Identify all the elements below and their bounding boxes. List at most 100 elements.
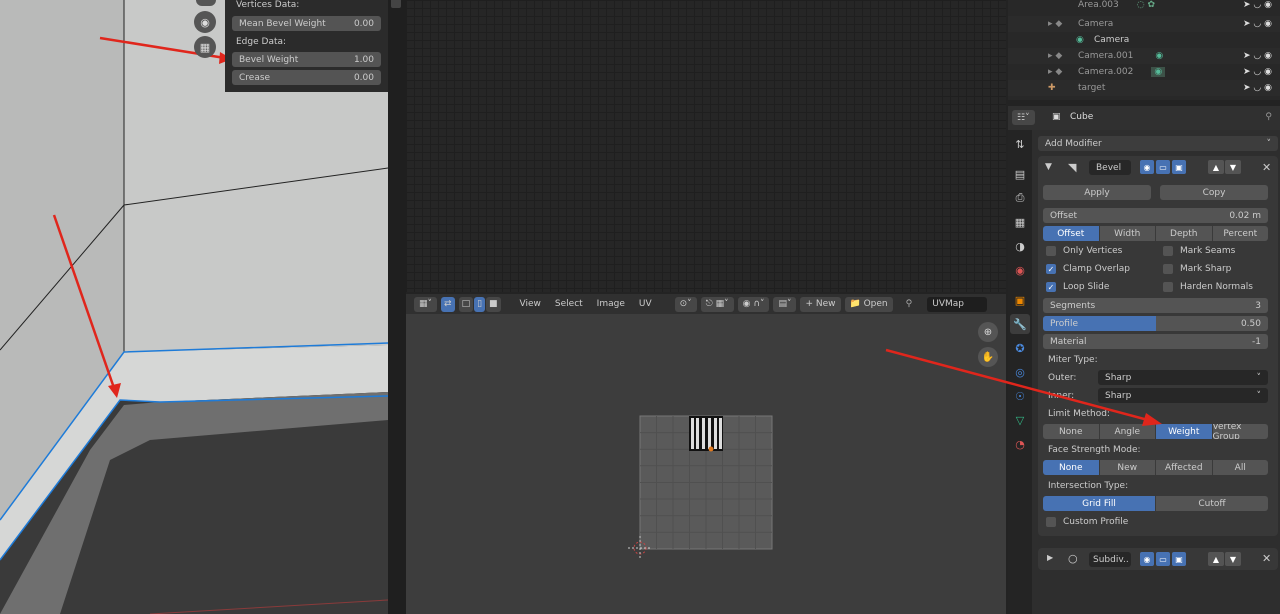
outliner-row[interactable]: ◉ Camera — [1008, 32, 1280, 48]
expand-icon[interactable]: ▶ — [1047, 553, 1053, 562]
width-type-offset[interactable]: Offset — [1043, 226, 1100, 241]
pin-icon[interactable]: ⚲ — [901, 299, 918, 309]
move-up-icon[interactable]: ▲ — [1208, 552, 1224, 566]
viewport-scene — [0, 0, 388, 614]
mark-sharp-checkbox[interactable]: Mark Sharp — [1163, 264, 1231, 274]
move-up-icon[interactable]: ▲ — [1208, 160, 1224, 174]
editor-type-icon[interactable]: ▦˅ — [414, 296, 438, 312]
width-type-width[interactable]: Width — [1099, 226, 1156, 241]
close-icon[interactable]: ✕ — [1262, 161, 1271, 174]
modifier-tab-icon[interactable]: 🔧 — [1010, 314, 1030, 334]
modifier-visibility-toggles: ◉ ▭ ▣ — [1140, 160, 1186, 174]
intersection-grid-fill[interactable]: Grid Fill — [1043, 496, 1156, 511]
properties-header: ☷˅ ▣ Cube ⚲ — [1008, 106, 1280, 130]
proportional-edit-icon[interactable]: ◉ ∩˅ — [737, 296, 770, 312]
move-down-icon[interactable]: ▼ — [1225, 552, 1241, 566]
3d-viewport[interactable]: ◉ ▦ Vertices Data: Mean Bevel Weight 0.0… — [0, 0, 388, 614]
upper-editor-area[interactable] — [406, 0, 1006, 292]
outliner-row[interactable]: ▸ ◆ Camera.002 ◉ ➤ ◡ ◉ — [1008, 64, 1280, 80]
mark-seams-checkbox[interactable]: Mark Seams — [1163, 246, 1235, 256]
only-vertices-checkbox[interactable]: Only Vertices — [1046, 246, 1122, 256]
face-select-icon[interactable]: ■ — [486, 296, 501, 312]
viewport-display-icon[interactable]: ▭ — [1156, 160, 1170, 174]
menu-select[interactable]: Select — [550, 299, 588, 309]
loop-slide-checkbox[interactable]: ✓ Loop Slide — [1046, 282, 1109, 292]
pin-icon[interactable]: ⚲ — [1265, 112, 1272, 122]
close-icon[interactable]: ✕ — [1262, 552, 1271, 565]
menu-view[interactable]: View — [515, 299, 546, 309]
segments-field[interactable]: Segments 3 — [1043, 298, 1268, 313]
render-tab-icon[interactable]: ▤ — [1010, 164, 1030, 184]
crease-field[interactable]: Crease 0.00 — [232, 70, 381, 85]
face-strength-affected[interactable]: Affected — [1156, 460, 1213, 475]
visibility-icons[interactable]: ➤ ◡ ◉ — [1243, 19, 1272, 29]
check-icon: ✓ — [1046, 264, 1056, 274]
face-strength-new[interactable]: New — [1099, 460, 1156, 475]
object-tab-icon[interactable]: ▣ — [1010, 290, 1030, 310]
edge-select-icon[interactable]: ▯ — [474, 296, 486, 312]
camera-object-icon: ▸ ◆ — [1048, 67, 1063, 77]
vertex-select-icon[interactable]: □ — [458, 296, 474, 312]
menu-uv[interactable]: UV — [634, 299, 657, 309]
move-modifier-buttons: ▲ ▼ — [1208, 552, 1241, 566]
outliner-row[interactable]: ▸ ◆ Camera.001 ◉ ➤ ◡ ◉ — [1008, 48, 1280, 64]
width-type-depth[interactable]: Depth — [1156, 226, 1213, 241]
apply-button[interactable]: Apply — [1043, 185, 1151, 200]
visibility-icons[interactable]: ➤ ◡ ◉ — [1243, 83, 1272, 93]
modifier-name-field[interactable]: Subdiv.. — [1089, 552, 1131, 567]
edge-data-label: Edge Data: — [236, 37, 287, 47]
modifier-name-field[interactable]: Bevel — [1089, 160, 1131, 175]
area-corner-handle[interactable] — [391, 0, 401, 8]
modifier-visibility-toggles: ◉ ▭ ▣ — [1140, 552, 1186, 566]
uv-sync-icon[interactable]: ⇄ — [441, 296, 455, 312]
new-image-button[interactable]: + New — [800, 296, 841, 312]
visibility-icons[interactable]: ➤ ◡ ◉ — [1243, 0, 1272, 10]
world-tab-icon[interactable]: ◉ — [1010, 260, 1030, 280]
face-strength-all[interactable]: All — [1212, 460, 1268, 475]
render-icon[interactable]: ▣ — [1172, 552, 1186, 566]
outliner-row[interactable]: Area.003 ◌ ✿ ➤ ◡ ◉ — [1008, 0, 1280, 13]
mean-bevel-weight-field[interactable]: Mean Bevel Weight 0.00 — [232, 16, 381, 31]
edit-mode-icon[interactable]: ◉ — [1140, 552, 1154, 566]
profile-slider[interactable]: Profile 0.50 — [1043, 316, 1268, 331]
outliner-row[interactable]: ▸ ◆ Camera ➤ ◡ ◉ — [1008, 16, 1280, 32]
view-layer-tab-icon[interactable]: ▦ — [1010, 212, 1030, 232]
clamp-overlap-checkbox[interactable]: ✓ Clamp Overlap — [1046, 264, 1130, 274]
scene-tab-icon[interactable]: ◑ — [1010, 236, 1030, 256]
camera-data-icon: ◉ — [1151, 67, 1166, 77]
vertices-data-label: Vertices Data: — [236, 0, 300, 10]
intersection-cutoff[interactable]: Cutoff — [1156, 496, 1268, 511]
face-strength-none[interactable]: None — [1043, 460, 1100, 475]
visibility-icons[interactable]: ➤ ◡ ◉ — [1243, 67, 1272, 77]
add-modifier-button[interactable]: Add Modifier ˅ — [1038, 136, 1278, 151]
viewport-display-icon[interactable]: ▭ — [1156, 552, 1170, 566]
move-modifier-buttons: ▲ ▼ — [1208, 160, 1241, 174]
snap-icon[interactable]: ⎋ ▦˅ — [700, 296, 734, 312]
limit-method-vertex-group[interactable]: Vertex Group — [1212, 424, 1268, 439]
move-down-icon[interactable]: ▼ — [1225, 160, 1241, 174]
pivot-icon[interactable]: ⊙˅ — [674, 296, 697, 312]
edit-mode-icon[interactable]: ◉ — [1140, 160, 1154, 174]
collapse-icon[interactable]: ▼ — [1045, 162, 1052, 172]
visibility-icons[interactable]: ➤ ◡ ◉ — [1243, 51, 1272, 61]
camera-view-icon[interactable]: ◉ — [194, 11, 216, 33]
custom-profile-checkbox[interactable]: Custom Profile — [1046, 517, 1128, 527]
area-divider[interactable]: › — [388, 0, 410, 614]
width-type-percent[interactable]: Percent — [1212, 226, 1268, 241]
harden-normals-checkbox[interactable]: Harden Normals — [1163, 282, 1253, 292]
offset-field[interactable]: Offset 0.02 m — [1043, 208, 1268, 223]
bevel-weight-field[interactable]: Bevel Weight 1.00 — [232, 52, 381, 67]
image-browse-icon[interactable]: ▤˅ — [773, 296, 797, 312]
outliner-row[interactable]: ✚ target ➤ ◡ ◉ — [1008, 80, 1280, 96]
tool-tab-icon[interactable]: ⇅ — [1010, 134, 1030, 154]
uvmap-selector[interactable]: UVMap — [927, 296, 988, 312]
bevel-modifier-icon: ◥ — [1068, 161, 1077, 174]
output-tab-icon[interactable]: ⎙ — [1010, 188, 1030, 208]
grid-view-icon[interactable]: ▦ — [194, 36, 216, 58]
menu-image[interactable]: Image — [592, 299, 630, 309]
editor-type-icon[interactable]: ☷˅ — [1012, 110, 1035, 125]
render-icon[interactable]: ▣ — [1172, 160, 1186, 174]
open-image-button[interactable]: 📁 Open — [844, 296, 893, 312]
gizmo-button[interactable] — [196, 0, 216, 6]
copy-button[interactable]: Copy — [1160, 185, 1268, 200]
